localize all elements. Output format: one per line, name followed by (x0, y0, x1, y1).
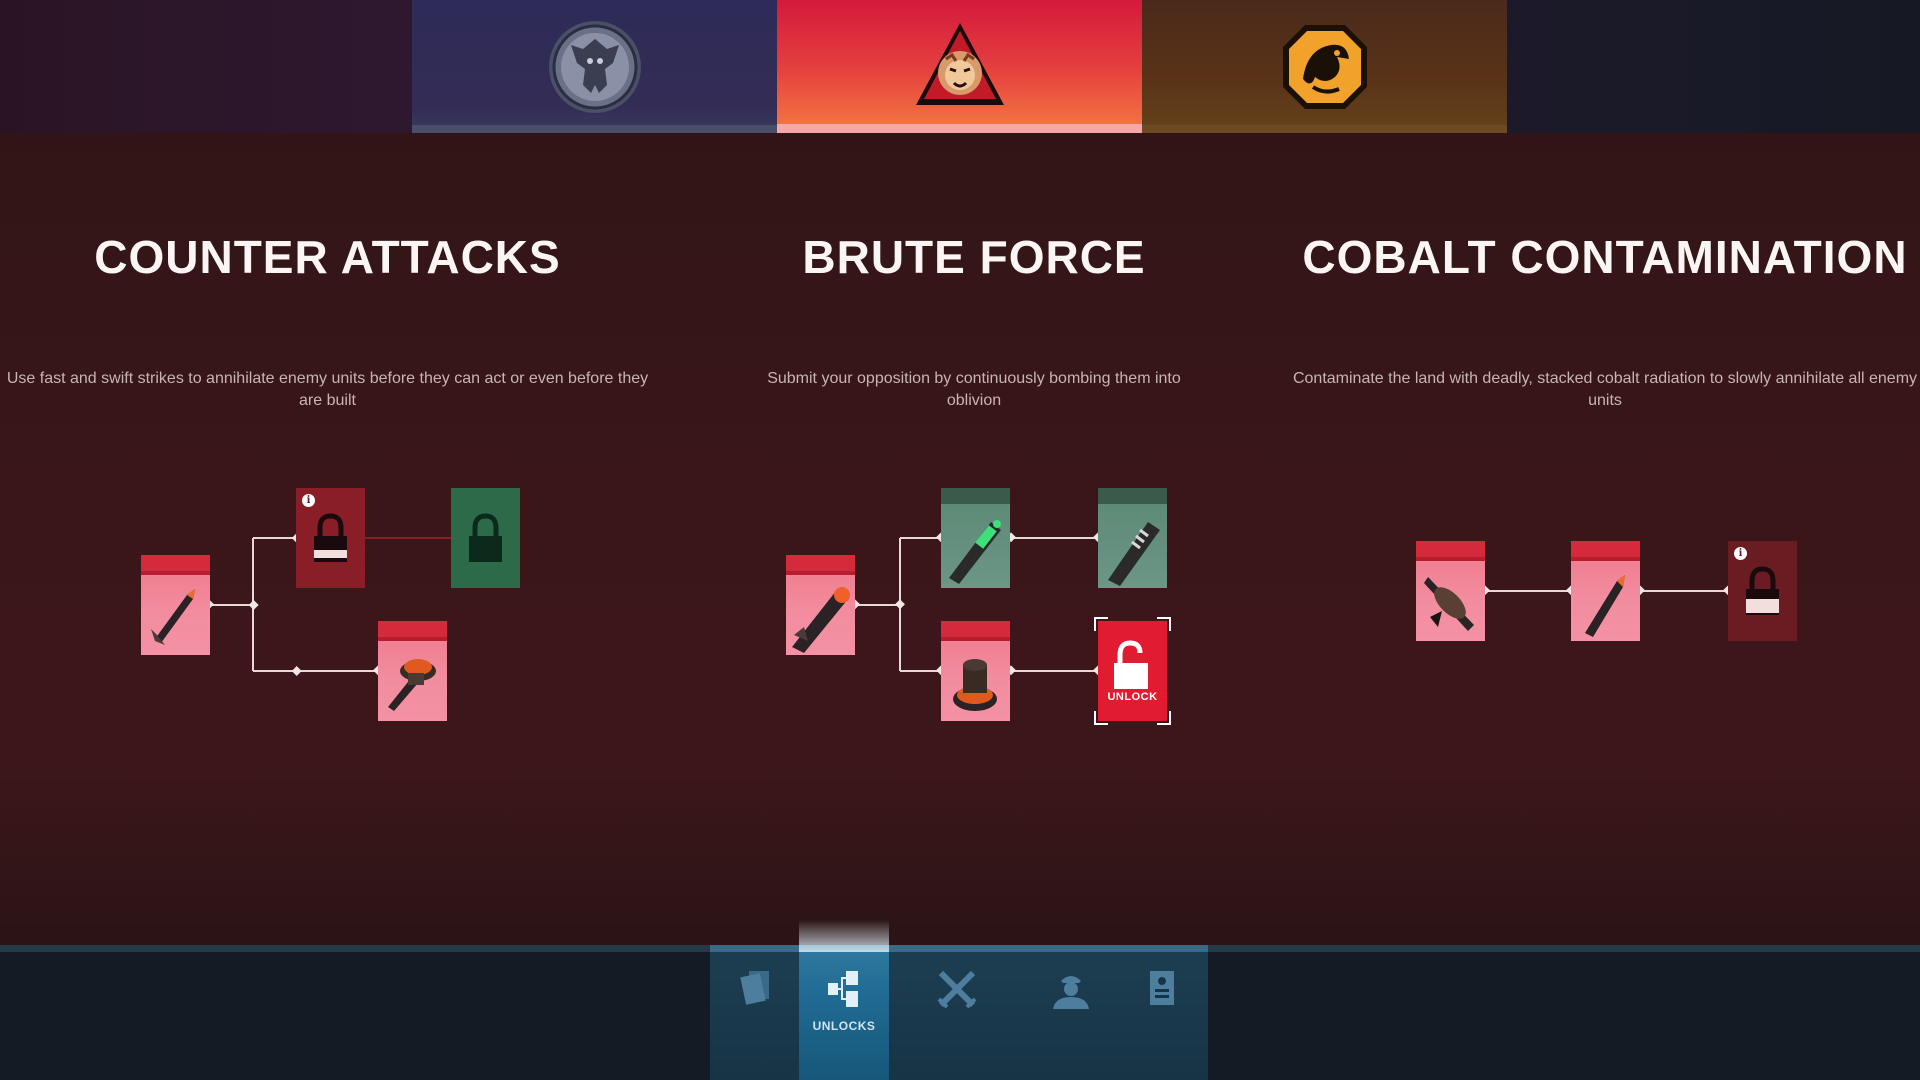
green-launcher-icon (949, 520, 1001, 584)
node-card: i (1728, 541, 1797, 641)
unlock-node-cobalt-missile[interactable] (1571, 541, 1640, 641)
nav-item-unlocks[interactable]: UNLOCKS (799, 920, 889, 1080)
nav-item-cards[interactable] (710, 945, 800, 1080)
lock-icon (314, 513, 347, 562)
nav-item-commander[interactable] (1026, 945, 1116, 1080)
unlock-node-locked-info[interactable]: i (1728, 541, 1797, 641)
commander-icon (1053, 976, 1089, 1009)
node-card: i (296, 488, 365, 588)
node-card: UNLOCK (1094, 617, 1171, 725)
mine-icon (953, 659, 997, 711)
dossier-icon (1150, 971, 1174, 1005)
lock-icon (1746, 566, 1779, 615)
artillery-icon (792, 587, 850, 653)
cards-icon (740, 971, 769, 1005)
unlocks-tree-icon (828, 971, 858, 1007)
node-card (941, 621, 1010, 721)
unlock-node-locked[interactable] (451, 488, 520, 588)
missile-icon (1585, 575, 1625, 637)
unlock-node-artillery[interactable] (786, 555, 855, 655)
node-card (1098, 488, 1167, 588)
cobalt-bomb-icon (1424, 577, 1474, 631)
nav-item-battle[interactable] (912, 945, 1002, 1080)
crossed-swords-icon (937, 970, 977, 1009)
heavy-launcher-icon (1108, 522, 1160, 586)
node-card (1416, 541, 1485, 641)
unlock-node-locked-info[interactable]: i (296, 488, 365, 588)
unlock-node-green-launcher[interactable] (941, 488, 1010, 588)
unlock-node-missile[interactable] (141, 555, 210, 655)
lock-icon (469, 513, 502, 562)
unlock-tree-connectors (204, 532, 1733, 676)
unlock-node-heavy-launcher[interactable] (1098, 488, 1167, 588)
unlock-node-turret[interactable] (378, 621, 447, 721)
node-card (451, 488, 520, 588)
unlocked-padlock-icon (1114, 640, 1148, 689)
node-card (378, 621, 447, 721)
node-card (941, 488, 1010, 588)
nav-label: UNLOCKS (812, 1019, 876, 1033)
unlock-node-cobalt-bomb[interactable] (1416, 541, 1485, 641)
bottom-nav-bar: UNLOCKS (0, 920, 1920, 1080)
node-card (141, 555, 210, 655)
unlock-button-node[interactable]: UNLOCK (1094, 617, 1171, 725)
unlock-node-mine[interactable] (941, 621, 1010, 721)
node-card (1571, 541, 1640, 641)
node-card (786, 555, 855, 655)
bottom-nav-group: UNLOCKS (710, 920, 1208, 1080)
unlock-label: UNLOCK (1107, 691, 1158, 703)
missile-icon (151, 589, 195, 645)
turret-icon (388, 659, 436, 711)
nav-item-dossier[interactable] (1117, 945, 1207, 1080)
